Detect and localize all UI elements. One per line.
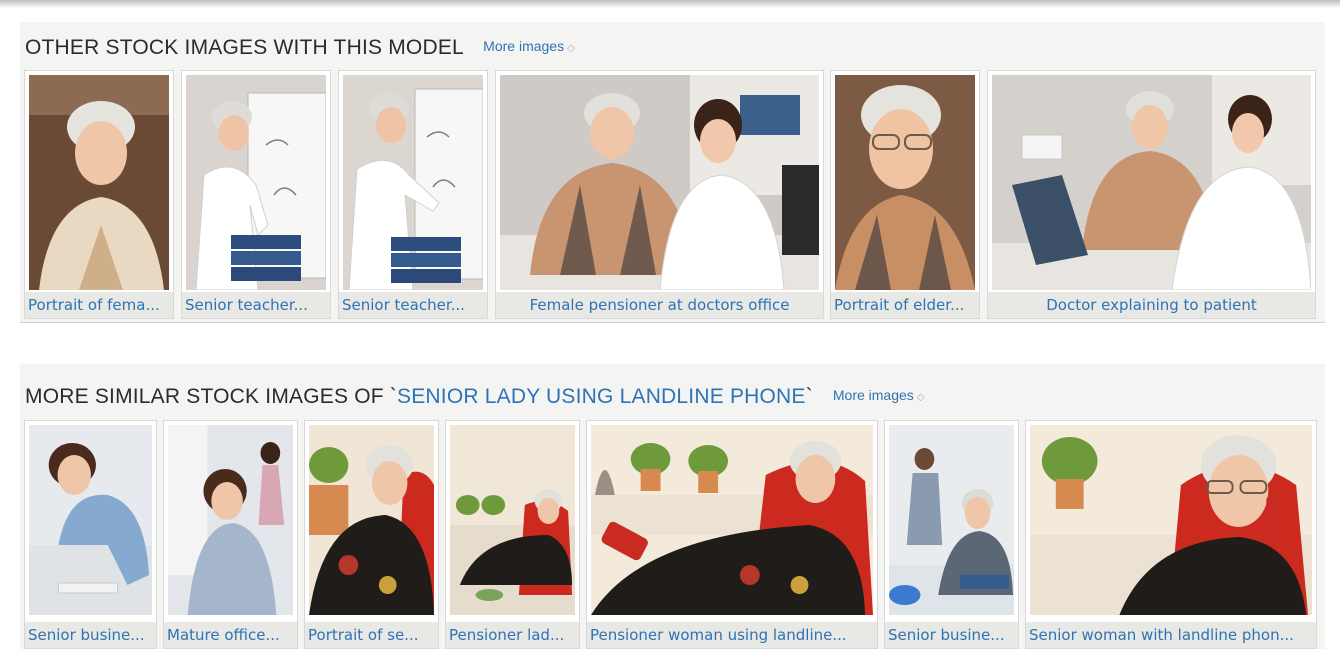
section-heading: OTHER STOCK IMAGES WITH THIS MODEL More … bbox=[25, 36, 575, 60]
section-divider bbox=[20, 322, 1325, 323]
image-caption-link[interactable]: Senior woman with landline phon... bbox=[1026, 622, 1316, 648]
businesswoman-on-phone-photo[interactable] bbox=[29, 425, 152, 615]
similar-images-section: MORE SIMILAR STOCK IMAGES OF `SENIOR LAD… bbox=[20, 364, 1325, 649]
teacher-at-whiteboard-photo[interactable] bbox=[343, 75, 483, 290]
image-tile[interactable]: Pensioner lad... bbox=[445, 420, 580, 649]
senior-lady-on-phone-photo[interactable] bbox=[309, 425, 434, 615]
diamond-icon: ◇ bbox=[567, 43, 575, 54]
elderly-woman-portrait-photo[interactable] bbox=[835, 75, 975, 290]
topic-link[interactable]: SENIOR LADY USING LANDLINE PHONE bbox=[397, 385, 806, 408]
image-tile[interactable]: Portrait of elder... bbox=[830, 70, 980, 319]
window-top-shadow bbox=[0, 0, 1340, 8]
senior-woman-portrait-photo[interactable] bbox=[29, 75, 169, 290]
image-tile[interactable]: Doctor explaining to patient bbox=[987, 70, 1316, 319]
more-images-link[interactable]: More images ◇ bbox=[833, 387, 925, 403]
image-caption-link[interactable]: Doctor explaining to patient bbox=[988, 292, 1315, 318]
senior-businessman-phone-photo[interactable] bbox=[889, 425, 1014, 615]
senior-woman-landline-photo[interactable] bbox=[1030, 425, 1312, 615]
other-images-section: OTHER STOCK IMAGES WITH THIS MODEL More … bbox=[20, 22, 1325, 322]
teacher-at-whiteboard-photo[interactable] bbox=[186, 75, 326, 290]
section-heading: MORE SIMILAR STOCK IMAGES OF `SENIOR LAD… bbox=[25, 385, 925, 409]
section-heading-suffix: ` bbox=[805, 385, 813, 408]
office-worker-on-phone-photo[interactable] bbox=[168, 425, 293, 615]
image-tile[interactable]: Senior teacher... bbox=[181, 70, 331, 319]
image-caption-link[interactable]: Senior busine... bbox=[25, 622, 156, 648]
section-heading-text: OTHER STOCK IMAGES WITH THIS MODEL bbox=[25, 36, 464, 59]
image-tile[interactable]: Senior woman with landline phon... bbox=[1025, 420, 1317, 649]
image-caption-link[interactable]: Portrait of se... bbox=[305, 622, 438, 648]
image-caption-link[interactable]: Pensioner woman using landline... bbox=[587, 622, 877, 648]
image-tile[interactable]: Female pensioner at doctors office bbox=[495, 70, 824, 319]
image-caption-link[interactable]: Senior teacher... bbox=[182, 292, 330, 318]
image-caption-link[interactable]: Mature office... bbox=[164, 622, 297, 648]
image-caption-link[interactable]: Senior teacher... bbox=[339, 292, 487, 318]
image-caption-link[interactable]: Senior busine... bbox=[885, 622, 1018, 648]
image-caption-link[interactable]: Female pensioner at doctors office bbox=[496, 292, 823, 318]
image-tile[interactable]: Senior busine... bbox=[884, 420, 1019, 649]
image-caption-link[interactable]: Portrait of elder... bbox=[831, 292, 979, 318]
patient-and-doctor-photo[interactable] bbox=[500, 75, 819, 290]
more-images-link[interactable]: More images ◇ bbox=[483, 38, 575, 54]
image-tile[interactable]: Portrait of fema... bbox=[24, 70, 174, 319]
pensioner-lady-armchair-photo[interactable] bbox=[450, 425, 575, 615]
image-caption-link[interactable]: Pensioner lad... bbox=[446, 622, 579, 648]
doctor-with-laptop-photo[interactable] bbox=[992, 75, 1311, 290]
image-caption-link[interactable]: Portrait of fema... bbox=[25, 292, 173, 318]
section-heading-prefix: MORE SIMILAR STOCK IMAGES OF ` bbox=[25, 385, 397, 408]
image-tile[interactable]: Portrait of se... bbox=[304, 420, 439, 649]
pensioner-landline-photo[interactable] bbox=[591, 425, 873, 615]
diamond-icon: ◇ bbox=[916, 392, 925, 403]
image-tile[interactable]: Mature office... bbox=[163, 420, 298, 649]
image-tile[interactable]: Senior teacher... bbox=[338, 70, 488, 319]
image-tile[interactable]: Pensioner woman using landline... bbox=[586, 420, 878, 649]
image-tile[interactable]: Senior busine... bbox=[24, 420, 157, 649]
